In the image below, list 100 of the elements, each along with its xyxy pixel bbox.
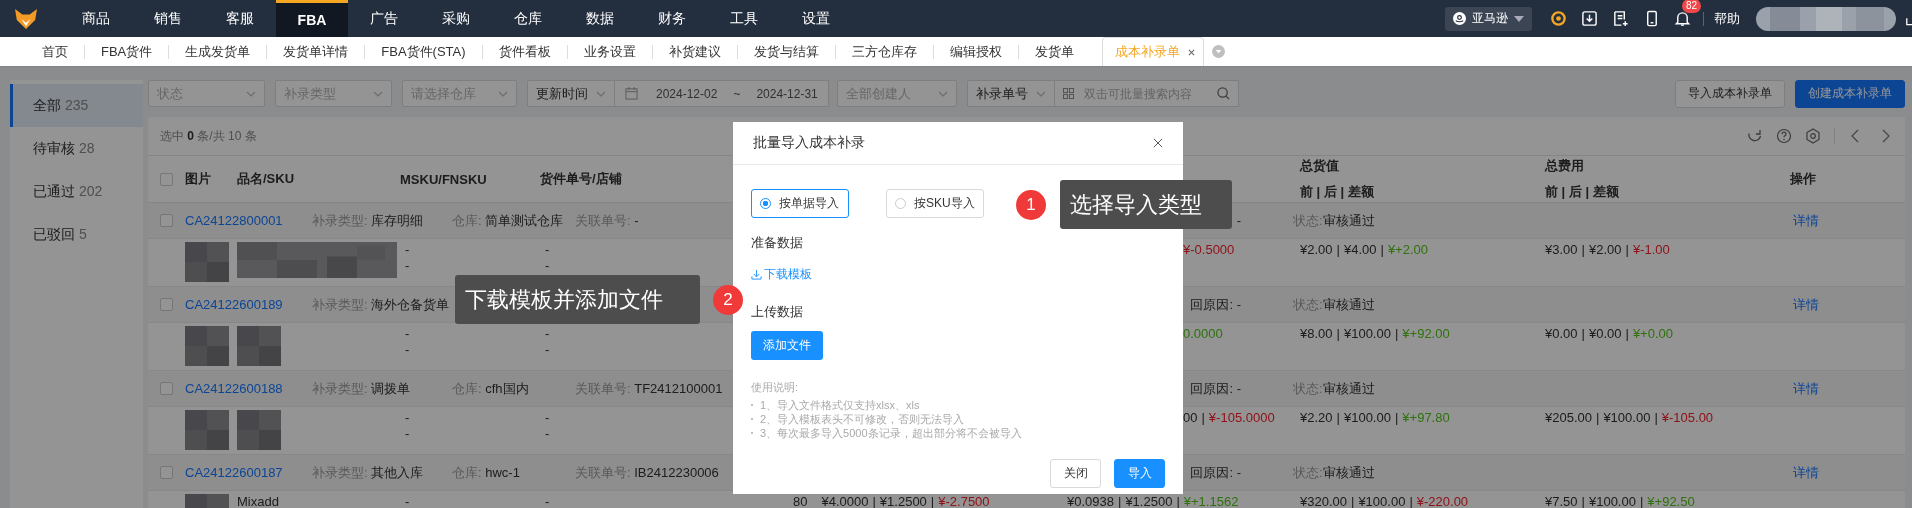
column-header: 货件单号/店铺	[540, 170, 623, 188]
amount-text: ¥2.00	[1588, 242, 1622, 257]
instruction-text: 1、导入文件格式仅支持xlsx、xls	[760, 398, 920, 412]
sidebar-item[interactable]: 已驳回 5	[10, 213, 143, 256]
chevron-down-icon	[938, 90, 948, 97]
amount-text: ¥+92.50	[1647, 494, 1695, 508]
caret-icon	[1514, 15, 1524, 22]
search-field-select[interactable]: 补录单号	[967, 80, 1055, 107]
import-type-option[interactable]: 按SKU导入	[886, 189, 984, 218]
separator-text: |	[930, 494, 935, 508]
download-icon[interactable]	[1581, 10, 1598, 27]
time-field-select[interactable]: 更新时间	[527, 80, 615, 107]
chevron-down-icon	[246, 90, 256, 97]
refresh-icon[interactable]	[1747, 128, 1763, 144]
document-add-icon[interactable]	[1612, 10, 1629, 27]
menu-item[interactable]: 财务	[636, 0, 708, 37]
reject-reason: -	[1235, 213, 1241, 228]
sidebar-item[interactable]: 全部 235	[10, 84, 143, 127]
reject-reason: 回原因: -	[1189, 463, 1241, 482]
help-link[interactable]: 帮助	[1714, 9, 1740, 28]
amount-text: ¥1.2500	[1125, 494, 1173, 508]
menu-item[interactable]: 数据	[564, 0, 636, 37]
page-tab[interactable]: 补货建议	[652, 37, 737, 66]
checkbox[interactable]	[160, 382, 173, 395]
page-tab[interactable]: 发货单详情	[267, 37, 365, 66]
separator-text: |	[1581, 242, 1585, 257]
chevron-down-icon	[596, 90, 606, 97]
close-icon[interactable]	[1187, 48, 1195, 56]
checkbox[interactable]	[160, 172, 173, 186]
separator-text: |	[1201, 410, 1205, 425]
date-range-field[interactable]: 2024-12-02 ~ 2024-12-31	[615, 80, 829, 107]
amount-text: ¥100.00	[1343, 326, 1391, 341]
separator-text: |	[1336, 410, 1340, 425]
table-cell: -	[545, 242, 550, 258]
page-tab[interactable]: FBA货件	[85, 37, 169, 66]
action-button[interactable]: 导入成本补录单	[1675, 79, 1785, 108]
page-tab[interactable]: 发货单	[1018, 37, 1090, 66]
chevron-down-icon	[498, 90, 508, 97]
amount-text: ¥1.2500	[879, 494, 927, 508]
page-tab[interactable]: 编辑授权	[933, 37, 1018, 66]
amount-text: ¥7.50	[1545, 494, 1578, 508]
sidebar-item[interactable]: 已通过 202	[10, 170, 143, 213]
separator-text: |	[1581, 326, 1585, 341]
separator-text: |	[872, 494, 876, 508]
guide-tooltip: 下载模板并添加文件	[455, 275, 700, 324]
quantity: 80	[793, 494, 808, 508]
guide-tooltip: 选择导入类型	[1060, 180, 1232, 229]
page-tab[interactable]: 业务设置	[567, 37, 652, 66]
amount-text: ¥0.0938	[1067, 494, 1114, 508]
page-tab[interactable]: 三方仓库存	[835, 37, 933, 66]
reject-reason: 回原因: -	[1189, 295, 1241, 314]
logo-icon	[14, 7, 38, 30]
sidebar-item[interactable]: 待审核 28	[10, 127, 143, 170]
column-subheader: 前 | 后 | 差额	[1300, 183, 1375, 201]
ring-icon[interactable]	[1550, 10, 1567, 27]
menu-item[interactable]: 仓库	[492, 0, 564, 37]
import-type-option[interactable]: 按单据导入	[751, 189, 849, 218]
checkbox[interactable]	[160, 466, 173, 479]
separator-text: |	[1639, 494, 1644, 508]
amount-text: ¥4.0000	[821, 494, 869, 508]
menu-item[interactable]: 客服	[204, 0, 276, 37]
page-tab[interactable]: 发货与结算	[737, 37, 835, 66]
menu-item[interactable]: 设置	[780, 0, 852, 37]
amount-text: ¥-220.00	[1416, 494, 1469, 508]
selection-summary: 选中 0 条/共 10 条	[160, 127, 257, 145]
table-cell: -	[545, 426, 550, 442]
menu-item[interactable]: FBA	[276, 0, 348, 37]
separator-text: |	[1625, 326, 1629, 341]
amount-text: 0.0000	[1183, 326, 1223, 341]
dialog-button[interactable]: 关闭	[1050, 459, 1101, 488]
close-icon[interactable]	[1153, 138, 1163, 148]
section-label: 准备数据	[751, 234, 803, 252]
menu-item[interactable]: 采购	[420, 0, 492, 37]
help-icon[interactable]	[1776, 128, 1792, 144]
platform-dropdown[interactable]: 亚马逊	[1445, 6, 1532, 31]
menu-item[interactable]: 广告	[348, 0, 420, 37]
page-tab[interactable]: FBA货件(STA)	[365, 37, 482, 66]
checkbox[interactable]	[160, 214, 173, 227]
amount-text: ¥+0.00	[1632, 326, 1673, 341]
column-subheader: 前 | 后 | 差额	[1545, 183, 1620, 201]
section-label: 上传数据	[751, 303, 803, 321]
amount-text: 00	[1183, 410, 1198, 425]
menu-item[interactable]: 销售	[132, 0, 204, 37]
menu-item[interactable]: 商品	[60, 0, 132, 37]
table-cell: -	[405, 242, 410, 258]
settings-icon[interactable]	[1805, 128, 1821, 144]
checkbox[interactable]	[160, 298, 173, 311]
bell-icon[interactable]	[1674, 10, 1691, 27]
search-icon	[1217, 87, 1230, 100]
separator-text: |	[1394, 326, 1399, 341]
amount-text: ¥4.00	[1343, 242, 1377, 257]
chevron-down-icon	[1036, 90, 1046, 97]
menu-item[interactable]: 工具	[708, 0, 780, 37]
column-header: MSKU/FNSKU	[400, 171, 488, 187]
page-tab[interactable]: 生成发货单	[169, 37, 267, 66]
page-tab[interactable]: 首页	[26, 37, 84, 66]
separator-text: |	[1394, 410, 1399, 425]
page-tab[interactable]: 货件看板	[482, 37, 567, 66]
amount-text: ¥-105.00	[1661, 410, 1714, 425]
separator-text: |	[1596, 410, 1600, 425]
